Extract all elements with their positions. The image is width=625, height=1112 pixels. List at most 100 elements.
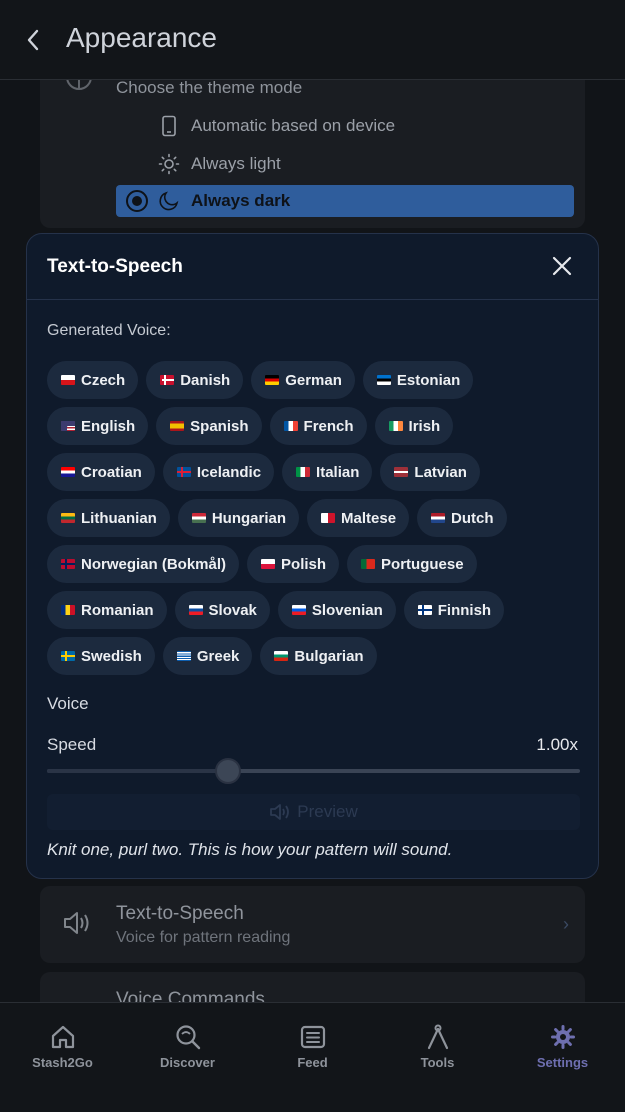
nav-label: Stash2Go xyxy=(32,1055,93,1070)
speaker-icon xyxy=(270,804,290,820)
flag-icon xyxy=(61,375,75,385)
language-chip-hungarian[interactable]: Hungarian xyxy=(177,499,300,537)
language-chip-italian[interactable]: Italian xyxy=(282,453,373,491)
language-chip-swedish[interactable]: Swedish xyxy=(47,637,155,675)
theme-option-automatic[interactable]: Automatic based on device xyxy=(116,110,574,142)
language-chip-spanish[interactable]: Spanish xyxy=(156,407,262,445)
chip-label: Polish xyxy=(281,555,327,573)
language-chip-czech[interactable]: Czech xyxy=(47,361,139,399)
chip-label: Swedish xyxy=(81,647,142,665)
language-chip-croatian[interactable]: Croatian xyxy=(47,453,155,491)
nav-label: Tools xyxy=(420,1055,455,1070)
nav-item-tools[interactable]: Tools xyxy=(375,1003,500,1083)
language-chip-polish[interactable]: Polish xyxy=(247,545,340,583)
flag-icon xyxy=(265,375,280,385)
home-icon xyxy=(51,1025,74,1049)
flag-icon xyxy=(176,467,191,477)
radio-selected-icon xyxy=(126,190,148,212)
language-chip-norwegian[interactable]: Norwegian (Bokmål) xyxy=(47,545,240,583)
flag-icon xyxy=(160,375,175,385)
theme-option-label: Always dark xyxy=(191,191,291,210)
close-button[interactable] xyxy=(550,254,574,278)
flag-icon xyxy=(388,421,403,431)
flag-icon xyxy=(61,467,75,477)
chip-label: Latvian xyxy=(414,463,467,481)
language-chip-icelandic[interactable]: Icelandic xyxy=(162,453,275,491)
bottom-nav: Stash2Go Discover Feed Tools Settings xyxy=(0,1002,625,1112)
modal-header: Text-to-Speech xyxy=(27,234,598,300)
language-chip-portuguese[interactable]: Portuguese xyxy=(347,545,477,583)
language-chip-slovak[interactable]: Slovak xyxy=(174,591,270,629)
close-icon xyxy=(552,256,572,276)
chip-label: Slovak xyxy=(208,601,257,619)
language-chip-finnish[interactable]: Finnish xyxy=(403,591,505,629)
flag-icon xyxy=(61,559,75,569)
discover-icon xyxy=(175,1025,200,1050)
modal-title: Text-to-Speech xyxy=(47,256,183,277)
chip-label: Finnish xyxy=(437,601,492,619)
settings-row-text-to-speech[interactable]: Text-to-Speech Voice for pattern reading… xyxy=(40,886,585,963)
language-chip-dutch[interactable]: Dutch xyxy=(417,499,507,537)
chip-row: English Spanish French Irish xyxy=(47,407,587,445)
flag-icon xyxy=(191,513,206,523)
page-title: Appearance xyxy=(66,22,218,53)
flag-icon xyxy=(61,513,75,523)
language-chip-lithuanian[interactable]: Lithuanian xyxy=(47,499,170,537)
language-chip-slovenian[interactable]: Slovenian xyxy=(277,591,396,629)
nav-label: Discover xyxy=(160,1055,215,1070)
chip-row: Swedish Greek Bulgarian xyxy=(47,637,587,675)
nav-item-settings[interactable]: Settings xyxy=(500,1003,625,1083)
preview-button[interactable]: Preview xyxy=(47,794,580,830)
language-chip-romanian[interactable]: Romanian xyxy=(47,591,167,629)
speed-slider-fill xyxy=(47,769,228,773)
chip-label: Greek xyxy=(196,647,240,665)
language-chip-bulgarian[interactable]: Bulgarian xyxy=(260,637,377,675)
theme-mode-subtitle: Choose the theme mode xyxy=(116,78,303,97)
flag-icon xyxy=(274,651,289,661)
chip-label: Norwegian (Bokmål) xyxy=(81,555,227,573)
chip-label: Danish xyxy=(180,371,231,389)
chip-label: French xyxy=(303,417,354,435)
sun-icon xyxy=(158,153,180,175)
speed-slider[interactable] xyxy=(47,758,580,784)
back-button[interactable] xyxy=(18,24,48,56)
tts-modal: Text-to-Speech Generated Voice: Czech Da… xyxy=(26,233,599,879)
nav-item-discover[interactable]: Discover xyxy=(125,1003,250,1083)
flag-icon xyxy=(296,467,311,477)
nav-item-stash2go[interactable]: Stash2Go xyxy=(0,1003,125,1083)
speaker-icon xyxy=(64,912,89,934)
flag-icon xyxy=(394,467,409,477)
language-chip-irish[interactable]: Irish xyxy=(374,407,454,445)
theme-option-dark[interactable]: Always dark xyxy=(116,185,574,217)
chip-label: Icelandic xyxy=(196,463,262,481)
chip-row: Romanian Slovak Slovenian Finnish xyxy=(47,591,587,629)
chip-label: Maltese xyxy=(341,509,397,527)
chip-row: Lithuanian Hungarian Maltese Dutch xyxy=(47,499,587,537)
nav-label: Feed xyxy=(297,1055,328,1070)
flag-icon xyxy=(261,559,276,569)
speed-slider-thumb[interactable] xyxy=(215,758,241,784)
tools-icon xyxy=(427,1024,448,1050)
voice-label: Voice xyxy=(47,694,89,713)
theme-card: Choose the theme mode Automatic based on… xyxy=(40,60,585,228)
chip-label: Slovenian xyxy=(311,601,383,619)
chip-label: Croatian xyxy=(81,463,142,481)
flag-icon xyxy=(61,605,75,615)
language-chip-danish[interactable]: Danish xyxy=(146,361,244,399)
language-chip-english[interactable]: English xyxy=(47,407,149,445)
theme-option-light[interactable]: Always light xyxy=(116,148,574,180)
language-chip-french[interactable]: French xyxy=(269,407,367,445)
settings-icon xyxy=(550,1025,575,1049)
language-chip-german[interactable]: German xyxy=(251,361,355,399)
chip-label: Czech xyxy=(81,371,126,389)
language-chip-maltese[interactable]: Maltese xyxy=(307,499,410,537)
language-chip-greek[interactable]: Greek xyxy=(162,637,253,675)
chip-label: Hungarian xyxy=(211,509,287,527)
nav-item-feed[interactable]: Feed xyxy=(250,1003,375,1083)
chip-label: Irish xyxy=(408,417,441,435)
chevron-left-icon xyxy=(27,29,39,51)
language-chip-latvian[interactable]: Latvian xyxy=(380,453,480,491)
row-subtitle: Voice for pattern reading xyxy=(116,929,291,946)
language-chip-estonian[interactable]: Estonian xyxy=(362,361,474,399)
chip-label: Estonian xyxy=(396,371,461,389)
